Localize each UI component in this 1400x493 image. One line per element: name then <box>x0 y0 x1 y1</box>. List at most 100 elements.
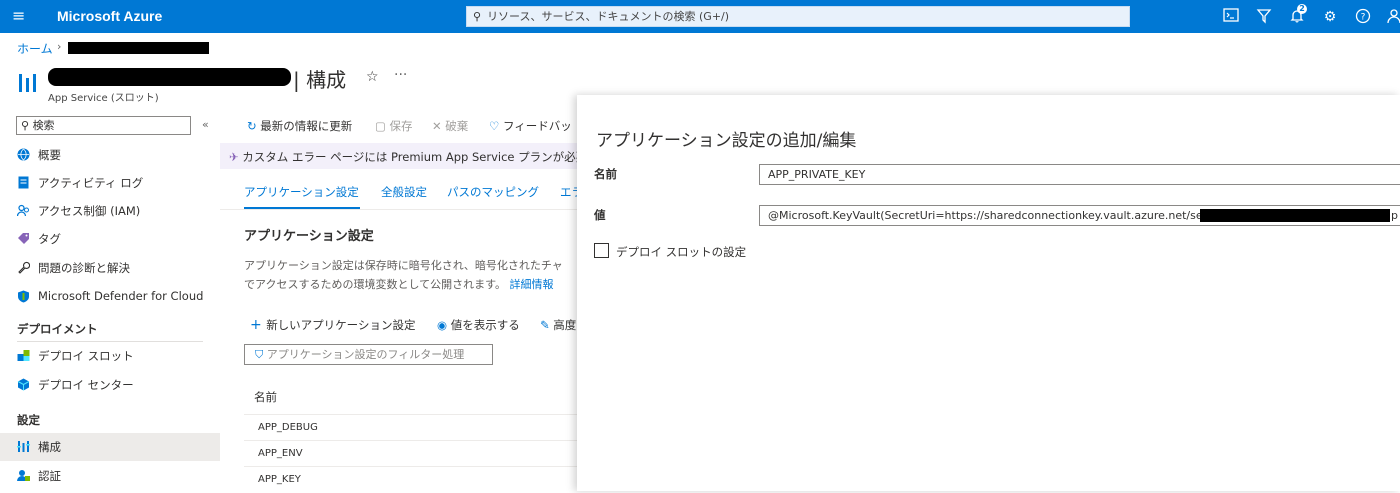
new-setting-label: 新しいアプリケーション設定 <box>266 318 416 332</box>
breadcrumb-home-link[interactable]: ホーム <box>17 40 53 57</box>
sidebar-search-input[interactable]: ⚲ 検索 <box>16 116 191 135</box>
feedback-label: フィードバッ <box>502 119 572 133</box>
sidebar-item-label: 問題の診断と解決 <box>38 261 130 275</box>
shield-icon <box>18 290 29 303</box>
tab-application-settings[interactable]: アプリケーション設定 <box>244 184 359 200</box>
global-search-placeholder: リソース、サービス、ドキュメントの検索 (G+/) <box>487 10 730 23</box>
hamburger-menu-icon[interactable]: ≡ <box>12 8 28 24</box>
feedback-person-icon[interactable] <box>1385 8 1400 26</box>
setting-name: APP_ENV <box>258 448 303 459</box>
save-label: 保存 <box>389 119 413 133</box>
log-icon <box>18 176 29 189</box>
setting-name: APP_KEY <box>258 474 301 485</box>
save-icon: ▢ <box>375 119 390 133</box>
wrench-icon <box>18 261 30 274</box>
filter-icon: ⛉ <box>255 348 267 361</box>
redacted-secret-block <box>1200 209 1390 222</box>
edit-setting-panel <box>577 95 1400 491</box>
value-field-label: 値 <box>594 208 606 222</box>
refresh-button[interactable]: ↻ 最新の情報に更新 <box>247 118 352 134</box>
plus-icon: + <box>250 317 267 333</box>
settings-filter-input[interactable]: ⛉ アプリケーション設定のフィルター処理 <box>244 344 493 365</box>
sidebar-item-deployment-center[interactable]: デプロイ センター <box>0 371 220 399</box>
directory-filter-icon[interactable] <box>1255 8 1273 26</box>
cloud-shell-icon[interactable] <box>1222 8 1240 26</box>
discard-label: 破棄 <box>445 119 469 133</box>
global-search-input[interactable]: ⚲ リソース、サービス、ドキュメントの検索 (G+/) <box>466 6 1130 27</box>
svg-text:?: ? <box>1361 13 1366 23</box>
notification-count-badge: 2 <box>1297 4 1307 14</box>
tab-general-settings[interactable]: 全般設定 <box>381 184 427 200</box>
slots-icon <box>17 350 30 361</box>
sidebar-item-label: デプロイ センター <box>38 378 134 392</box>
breadcrumb-separator-icon: › <box>57 40 62 53</box>
show-values-button[interactable]: ◉ 値を表示する <box>437 317 520 333</box>
active-tab-indicator <box>244 207 360 209</box>
sidebar-item-authentication[interactable]: 認証 <box>0 462 220 490</box>
collapse-sidebar-icon[interactable]: « <box>202 118 209 131</box>
learn-more-link[interactable]: 詳細情報 <box>510 278 554 291</box>
tabs-divider <box>220 209 580 210</box>
search-icon: ⚲ <box>21 119 33 132</box>
slot-setting-label: デプロイ スロットの設定 <box>616 245 747 259</box>
sidebar-item-label: タグ <box>38 232 61 246</box>
name-input[interactable]: APP_PRIVATE_KEY <box>759 164 1400 185</box>
help-icon[interactable]: ? <box>1354 8 1372 26</box>
cube-icon <box>17 378 30 391</box>
sidebar-item-deployment-slots[interactable]: デプロイ スロット <box>0 342 220 370</box>
sidebar-item-label: アクセス制御 (IAM) <box>38 204 141 218</box>
advanced-label: 高度 <box>553 318 577 332</box>
sidebar-item-iam[interactable]: アクセス制御 (IAM) <box>0 197 220 225</box>
new-app-setting-button[interactable]: + 新しいアプリケーション設定 <box>250 317 415 333</box>
refresh-icon: ↻ <box>247 119 261 133</box>
redacted-resource-name-block <box>48 68 291 86</box>
sidebar-item-defender[interactable]: Microsoft Defender for Cloud <box>0 283 220 311</box>
sidebar-item-label: 概要 <box>38 148 61 162</box>
discard-button[interactable]: ✕ 破棄 <box>432 118 468 134</box>
sidebar-section-settings: 設定 <box>17 413 40 427</box>
description-text: でアクセスするための環境変数として公開されます。 <box>244 278 507 291</box>
advanced-edit-button[interactable]: ✎ 高度 <box>540 317 576 333</box>
sidebar-item-label: Microsoft Defender for Cloud <box>38 289 204 303</box>
heart-icon: ♡ <box>489 119 503 133</box>
favorite-star-icon[interactable]: ☆ <box>366 69 379 85</box>
setting-name: APP_DEBUG <box>258 422 318 433</box>
value-suffix: p <box>1391 209 1398 222</box>
sidebar-item-activity-log[interactable]: アクティビティ ログ <box>0 169 220 197</box>
sidebar-item-tags[interactable]: タグ <box>0 225 220 253</box>
section-description-line1: アプリケーション設定は保存時に暗号化され、暗号化されたチャ <box>244 259 563 272</box>
column-header-name[interactable]: 名前 <box>254 389 277 405</box>
sidebar-item-overview[interactable]: 概要 <box>0 141 220 169</box>
app-service-config-icon <box>17 70 41 94</box>
save-button[interactable]: ▢ 保存 <box>375 118 413 134</box>
top-bar: ≡ Microsoft Azure ⚲ リソース、サービス、ドキュメントの検索 (… <box>0 0 1400 33</box>
globe-icon <box>17 148 30 161</box>
more-options-icon[interactable]: ··· <box>394 67 407 83</box>
settings-gear-icon[interactable]: ⚙ <box>1321 8 1339 26</box>
page-title: | 構成 <box>293 68 347 92</box>
feedback-button[interactable]: ♡ フィードバッ <box>489 118 572 134</box>
table-row[interactable]: APP_DEBUG <box>244 414 580 441</box>
name-field-label: 名前 <box>594 167 617 181</box>
banner-text: カスタム エラー ページには Premium App Service プランが必… <box>242 150 588 164</box>
table-row[interactable]: APP_ENV <box>244 440 580 467</box>
search-icon: ⚲ <box>473 10 482 23</box>
section-title: アプリケーション設定 <box>244 229 374 244</box>
section-description-line2: でアクセスするための環境変数として公開されます。 詳細情報 <box>244 276 554 292</box>
slot-setting-checkbox[interactable] <box>594 243 609 258</box>
sidebar-item-configuration[interactable]: 構成 <box>0 433 220 461</box>
rocket-icon: ✈ <box>229 150 243 164</box>
tab-path-mappings[interactable]: パスのマッピング <box>447 184 539 200</box>
sidebar-section-deployment: デプロイメント <box>17 322 98 336</box>
panel-title: アプリケーション設定の追加/編集 <box>596 131 857 151</box>
brand-name[interactable]: Microsoft Azure <box>57 8 162 24</box>
sidebar-search-placeholder: 検索 <box>32 119 55 132</box>
redacted-breadcrumb-block <box>68 42 209 54</box>
sidebar-item-label: デプロイ スロット <box>38 349 134 363</box>
people-icon <box>17 204 29 217</box>
sidebar-item-label: 認証 <box>38 469 61 483</box>
show-values-label: 値を表示する <box>450 318 520 332</box>
table-row[interactable]: APP_KEY <box>244 466 580 493</box>
page-subtitle: App Service (スロット) <box>48 93 159 104</box>
sidebar-item-diagnose[interactable]: 問題の診断と解決 <box>0 254 220 282</box>
